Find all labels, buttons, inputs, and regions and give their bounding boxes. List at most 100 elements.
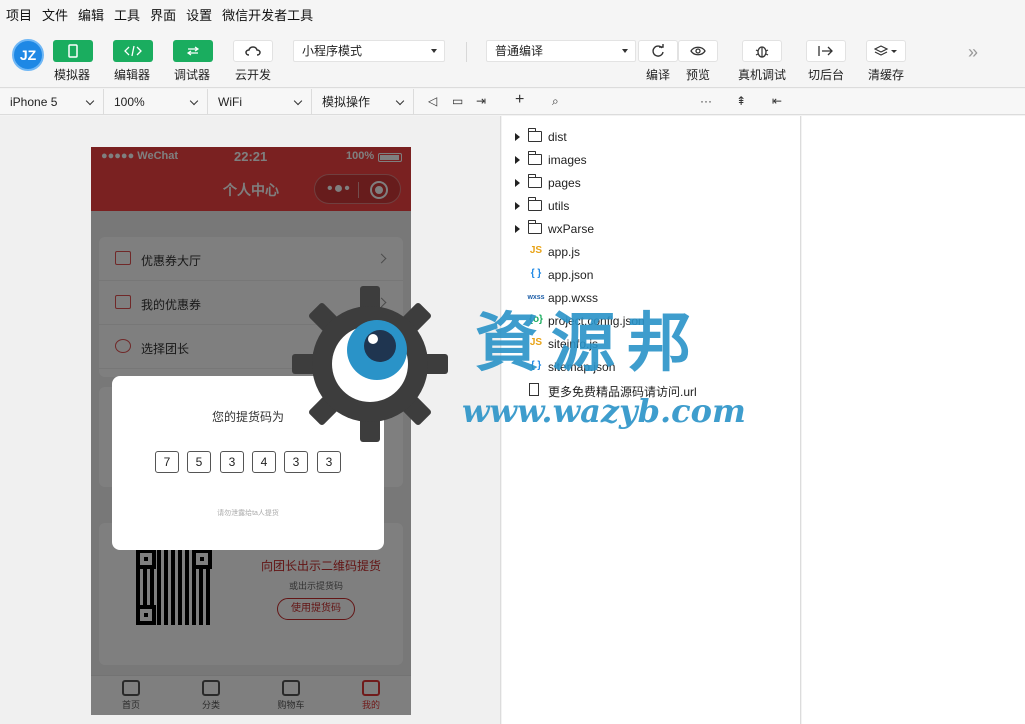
compile-button[interactable] [638,40,678,62]
folder-icon [528,128,542,142]
code-digit: 4 [252,451,276,473]
network-select[interactable]: WiFi [208,89,312,115]
folder-icon [528,174,542,188]
watermark: 資源邦 www.wazyb.com [290,284,750,444]
clear-cache-label: 清缓存 [868,68,905,82]
mode-select[interactable]: 小程序模式 [293,40,445,62]
collapse-icon[interactable]: ⇞ [736,94,746,108]
file-name: app.json [548,268,594,282]
tree-folder[interactable]: wxParse [502,218,801,241]
cloud-icon [245,46,261,56]
menu-settings[interactable]: 设置 [186,5,212,24]
toolbar: JZ 模拟器 编辑器 调试器 云开发 小程序模式 普通编译 编译 预览 真机调试… [0,28,1025,88]
window-icon[interactable]: ▭ [452,94,463,108]
tree-file[interactable]: JS app.js [502,241,801,264]
preview-button[interactable] [678,40,718,62]
device-select[interactable]: iPhone 5 [0,89,104,115]
phone-icon [68,44,78,58]
watermark-title: 資源邦 [475,306,703,381]
add-icon[interactable]: + [515,91,524,109]
background-label: 切后台 [808,68,845,82]
editor-label: 编辑器 [114,68,151,82]
watermark-url: www.wazyb.com [462,392,746,430]
tree-folder[interactable]: utils [502,195,801,218]
debugger-label: 调试器 [174,68,211,82]
device-value: iPhone 5 [10,95,58,109]
operation-value: 模拟操作 [322,95,371,109]
refresh-icon [652,44,664,57]
volume-icon[interactable]: ◁ [428,94,437,108]
folder-icon [528,197,542,211]
code-digit: 3 [284,451,308,473]
network-value: WiFi [218,95,242,109]
more-icon[interactable]: ··· [700,94,712,108]
code-icon [124,45,142,57]
simulator-button[interactable] [53,40,93,62]
chevron-down-icon [189,96,199,106]
menu-edit[interactable]: 编辑 [78,5,104,24]
menu-devtools[interactable]: 微信开发者工具 [222,5,313,24]
compile-select[interactable]: 普通编译 [486,40,636,62]
compile-select-value: 普通编译 [495,44,544,58]
folder-name: images [548,153,587,167]
tree-folder[interactable]: images [502,149,801,172]
menu-file[interactable]: 文件 [42,5,68,24]
mode-select-value: 小程序模式 [302,44,363,58]
expand-icon[interactable]: » [968,42,978,63]
simulator-label: 模拟器 [54,68,91,82]
code-digit: 3 [220,451,244,473]
preview-label: 预览 [686,68,711,82]
divider [466,42,467,62]
folder-icon [528,220,542,234]
tree-folder[interactable]: dist [502,126,801,149]
eye-icon [690,46,706,56]
chevron-down-icon [431,49,437,53]
cloud-button[interactable] [233,40,273,62]
compile-label: 编译 [646,68,671,82]
code-digit: 5 [187,451,211,473]
chevron-down-icon [395,96,405,106]
clear-cache-button[interactable] [866,40,906,62]
expand-arrow-icon[interactable] [515,133,520,141]
panel-toggle-icon[interactable]: ⇤ [772,94,782,108]
avatar[interactable]: JZ [12,39,44,71]
debug-icon [186,46,200,56]
editor-panel [802,116,1025,724]
expand-arrow-icon[interactable] [515,179,520,187]
menu-view[interactable]: 界面 [150,5,176,24]
zoom-select[interactable]: 100% [104,89,208,115]
background-button[interactable] [806,40,846,62]
real-debug-button[interactable] [742,40,782,62]
dialog-hint: 请勿泄露给ta人提货 [217,510,279,517]
folder-name: pages [548,176,581,190]
simulator-subbar: iPhone 5 100% WiFi 模拟操作 ◁ ▭ ⇥ + ⌕ ··· ⇞ … [0,89,1025,115]
js-file-icon: JS [529,245,543,256]
expand-arrow-icon[interactable] [515,156,520,164]
code-digit: 7 [155,451,179,473]
editor-button[interactable] [113,40,153,62]
menu-bar: 项目 文件 编辑 工具 界面 设置 微信开发者工具 [0,0,1025,28]
cloud-label: 云开发 [235,68,272,82]
debugger-button[interactable] [173,40,213,62]
gear-icon [292,286,448,442]
chevron-down-icon [622,49,628,53]
menu-project[interactable]: 项目 [6,5,32,24]
detach-icon[interactable]: ⇥ [476,94,486,108]
folder-name: wxParse [548,222,595,236]
zoom-value: 100% [114,95,145,109]
chevron-down-icon [85,96,95,106]
tree-folder[interactable]: pages [502,172,801,195]
search-icon[interactable]: ⌕ [552,94,559,109]
file-name: app.js [548,245,581,259]
folder-icon [528,151,542,165]
switch-icon [818,46,833,56]
chevron-down-icon [293,96,303,106]
expand-arrow-icon[interactable] [515,202,520,210]
menu-tools[interactable]: 工具 [114,5,140,24]
folder-name: dist [548,130,567,144]
expand-arrow-icon[interactable] [515,225,520,233]
bug-icon [755,46,769,58]
folder-name: utils [548,199,570,213]
code-digit: 3 [317,451,341,473]
operation-select[interactable]: 模拟操作 [312,89,414,115]
